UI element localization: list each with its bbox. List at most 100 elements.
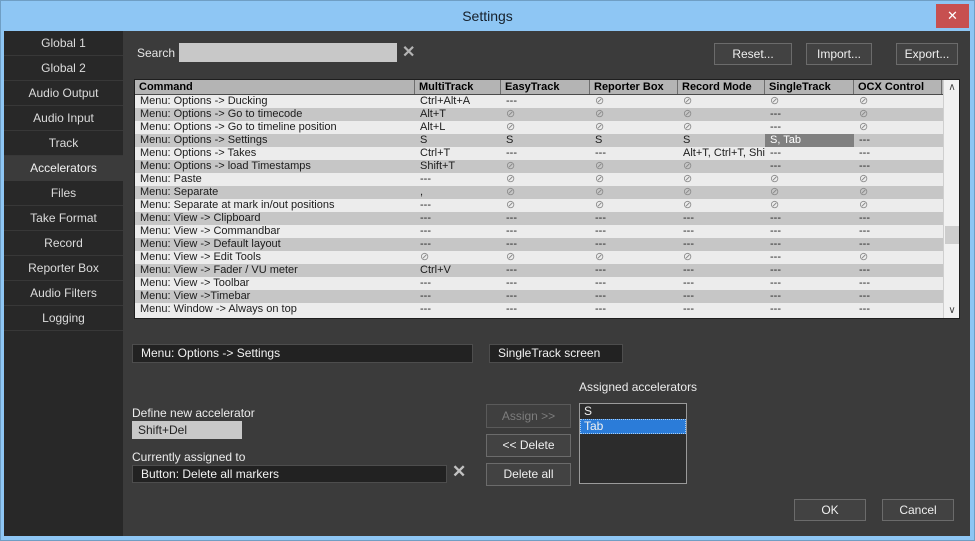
table-row[interactable]: Menu: View -> Toolbar------------------: [135, 277, 959, 290]
accelerator-cell[interactable]: ---: [678, 225, 765, 238]
delete-all-button[interactable]: Delete all: [486, 463, 571, 486]
sidebar-item-accelerators[interactable]: Accelerators: [4, 156, 123, 181]
blocked-icon[interactable]: ⊘: [501, 121, 590, 134]
accelerator-cell[interactable]: ---: [501, 277, 590, 290]
blocked-icon[interactable]: ⊘: [590, 160, 678, 173]
blocked-icon[interactable]: ⊘: [590, 199, 678, 212]
blocked-icon[interactable]: ⊘: [678, 199, 765, 212]
blocked-icon[interactable]: ⊘: [415, 251, 501, 264]
accelerator-cell[interactable]: ---: [678, 277, 765, 290]
blocked-icon[interactable]: ⊘: [501, 108, 590, 121]
command-cell[interactable]: Menu: Separate: [135, 186, 415, 199]
assigned-accelerator-item[interactable]: S: [580, 404, 686, 419]
command-cell[interactable]: Menu: Options -> Takes: [135, 147, 415, 160]
accelerator-cell[interactable]: ---: [415, 225, 501, 238]
table-row[interactable]: Menu: Options -> DuckingCtrl+Alt+A---⊘⊘⊘…: [135, 95, 959, 108]
accelerator-cell[interactable]: ---: [678, 303, 765, 316]
search-clear-icon[interactable]: ✕: [402, 42, 415, 62]
accelerator-cell[interactable]: Ctrl+T: [415, 147, 501, 160]
assign-button[interactable]: Assign >>: [486, 404, 571, 428]
clear-assigned-icon[interactable]: ✕: [452, 462, 466, 482]
new-accelerator-input[interactable]: [132, 421, 242, 439]
accelerator-cell[interactable]: Shift+T: [415, 160, 501, 173]
blocked-icon[interactable]: ⊘: [678, 173, 765, 186]
accelerator-cell[interactable]: ---: [854, 277, 942, 290]
blocked-icon[interactable]: ⊘: [765, 199, 854, 212]
accelerator-cell[interactable]: ---: [501, 225, 590, 238]
accelerator-cell[interactable]: ---: [415, 290, 501, 303]
close-icon[interactable]: ✕: [936, 4, 969, 28]
blocked-icon[interactable]: ⊘: [501, 160, 590, 173]
command-cell[interactable]: Menu: Window -> Always on top: [135, 303, 415, 316]
accelerator-cell[interactable]: ---: [590, 264, 678, 277]
blocked-icon[interactable]: ⊘: [854, 186, 942, 199]
accelerator-cell[interactable]: ---: [415, 277, 501, 290]
command-cell[interactable]: Menu: Separate at mark in/out positions: [135, 199, 415, 212]
blocked-icon[interactable]: ⊘: [854, 108, 942, 121]
table-row[interactable]: Menu: View -> Clipboard-----------------…: [135, 212, 959, 225]
accelerator-cell[interactable]: ---: [415, 212, 501, 225]
accelerator-cell[interactable]: ---: [678, 264, 765, 277]
accelerator-cell[interactable]: ---: [854, 147, 942, 160]
sidebar-item-files[interactable]: Files: [4, 181, 123, 206]
blocked-icon[interactable]: ⊘: [501, 251, 590, 264]
cancel-button[interactable]: Cancel: [882, 499, 954, 521]
table-row[interactable]: Menu: View ->Timebar------------------: [135, 290, 959, 303]
accelerator-cell[interactable]: Ctrl+V: [415, 264, 501, 277]
accelerator-cell[interactable]: ---: [765, 264, 854, 277]
sidebar-item-global-1[interactable]: Global 1: [4, 31, 123, 56]
accelerator-cell[interactable]: ---: [501, 147, 590, 160]
column-header-record-mode[interactable]: Record Mode: [678, 80, 765, 94]
accelerator-cell[interactable]: ---: [678, 290, 765, 303]
blocked-icon[interactable]: ⊘: [590, 121, 678, 134]
table-row[interactable]: Menu: Options -> load TimestampsShift+T⊘…: [135, 160, 959, 173]
accelerator-cell[interactable]: ---: [854, 238, 942, 251]
blocked-icon[interactable]: ⊘: [501, 199, 590, 212]
accelerator-cell[interactable]: ---: [854, 160, 942, 173]
accelerator-cell[interactable]: ---: [765, 277, 854, 290]
blocked-icon[interactable]: ⊘: [678, 108, 765, 121]
accelerator-cell[interactable]: ---: [854, 290, 942, 303]
accelerator-cell[interactable]: ---: [590, 212, 678, 225]
command-cell[interactable]: Menu: View -> Default layout: [135, 238, 415, 251]
blocked-icon[interactable]: ⊘: [765, 186, 854, 199]
accelerator-cell[interactable]: Alt+T: [415, 108, 501, 121]
import-button[interactable]: Import...: [806, 43, 872, 65]
sidebar-item-audio-output[interactable]: Audio Output: [4, 81, 123, 106]
blocked-icon[interactable]: ⊘: [590, 173, 678, 186]
delete-button[interactable]: << Delete: [486, 434, 571, 457]
command-cell[interactable]: Menu: View -> Edit Tools: [135, 251, 415, 264]
scrollbar-thumb[interactable]: [945, 226, 959, 244]
command-cell[interactable]: Menu: Paste: [135, 173, 415, 186]
table-row[interactable]: Menu: Separate at mark in/out positions-…: [135, 199, 959, 212]
accelerator-cell[interactable]: Alt+T, Ctrl+T, Shi: [678, 147, 765, 160]
accelerator-cell[interactable]: ---: [765, 290, 854, 303]
ok-button[interactable]: OK: [794, 499, 866, 521]
accelerator-cell[interactable]: S: [415, 134, 501, 147]
sidebar-item-audio-filters[interactable]: Audio Filters: [4, 281, 123, 306]
table-scrollbar[interactable]: ∧ ∨: [943, 80, 959, 318]
accelerator-cell[interactable]: ---: [415, 303, 501, 316]
sidebar-item-take-format[interactable]: Take Format: [4, 206, 123, 231]
accelerator-cell[interactable]: ---: [765, 238, 854, 251]
command-cell[interactable]: Menu: View -> Clipboard: [135, 212, 415, 225]
command-cell[interactable]: Menu: Options -> Go to timecode: [135, 108, 415, 121]
accelerator-cell[interactable]: ---: [765, 147, 854, 160]
accelerator-cell[interactable]: S, Tab: [765, 134, 854, 147]
table-row[interactable]: Menu: Window -> Always on top-----------…: [135, 303, 959, 316]
accelerator-cell[interactable]: ---: [854, 212, 942, 225]
accelerator-cell[interactable]: ---: [765, 121, 854, 134]
sidebar-item-reporter-box[interactable]: Reporter Box: [4, 256, 123, 281]
accelerator-cell[interactable]: ---: [765, 303, 854, 316]
command-cell[interactable]: Menu: Options -> Ducking: [135, 95, 415, 108]
table-row[interactable]: Menu: Paste---⊘⊘⊘⊘⊘: [135, 173, 959, 186]
blocked-icon[interactable]: ⊘: [590, 95, 678, 108]
assigned-accelerators-list[interactable]: STab: [579, 403, 687, 484]
sidebar-item-track[interactable]: Track: [4, 131, 123, 156]
blocked-icon[interactable]: ⊘: [854, 173, 942, 186]
column-header-command[interactable]: Command: [135, 80, 415, 94]
command-cell[interactable]: Menu: Options -> load Timestamps: [135, 160, 415, 173]
accelerator-cell[interactable]: ---: [590, 225, 678, 238]
blocked-icon[interactable]: ⊘: [678, 95, 765, 108]
blocked-icon[interactable]: ⊘: [501, 186, 590, 199]
